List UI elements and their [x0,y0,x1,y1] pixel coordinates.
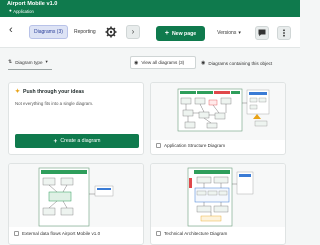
diagram-card[interactable]: Technical Architecture Diagram [150,163,286,245]
chevron-down-icon: ▾ [238,30,241,36]
diagram-caption: External data flows Airport Mobile v1.0 [14,231,100,236]
more-vertical-icon [283,29,285,37]
create-diagram-card: ✦ Push through your ideas Not everything… [8,82,144,155]
versions-label: Versions [217,30,237,36]
new-page-label: New page [171,30,197,37]
object-type: ● Application [9,9,34,14]
diagram-icon [156,143,161,148]
create-diagram-label: Create a diagram [60,138,101,144]
toolbar: ‹ Diagrams (3) Reporting › + New page Ve… [0,17,300,48]
eye-icon: ◉ [134,59,139,66]
create-diagram-button[interactable]: + Create a diagram [15,134,139,148]
lightbulb-icon: ✦ [15,89,21,95]
page-title: Airport Mobile v1.0 [7,1,58,7]
plus-icon: + [53,137,58,145]
chevron-right-icon[interactable]: › [126,25,140,39]
comment-icon [258,29,266,37]
promo-text: Not everything fits into a single diagra… [15,101,94,106]
tab-reporting[interactable]: Reporting [70,25,100,39]
view-all-label: View all diagrams (3) [141,60,185,65]
filter-icon: ⇅ [8,59,13,65]
diagram-caption: Technical Architecture Diagram [156,231,227,236]
gear-icon[interactable] [104,25,118,39]
diagram-thumbnail [151,83,285,140]
versions-dropdown[interactable]: Versions ▾ [211,26,247,40]
app-icon: ● [9,8,12,14]
diagram-card[interactable]: Application Structure Diagram [150,82,286,155]
chevron-left-icon[interactable]: ‹ [9,25,13,36]
filter-bar: ⇅ Diagram type ▾ ◉ View all diagrams (3)… [0,48,300,76]
view-all-diagrams-button[interactable]: ◉ View all diagrams (3) [130,56,196,69]
containing-diagrams-button[interactable]: ◉ Diagrams containing this object [198,56,275,70]
more-button[interactable] [277,26,291,40]
chevron-down-icon: ▾ [45,59,48,64]
diagram-icon [14,231,19,236]
diagram-card[interactable]: External data flows Airport Mobile v1.0 [8,163,144,245]
diagram-name: Application Structure Diagram [164,143,226,148]
diagram-thumbnail [9,164,143,227]
plus-icon: + [164,30,169,37]
diagram-type-label: Diagram type [15,59,43,65]
comment-button[interactable] [255,26,269,40]
tab-diagrams[interactable]: Diagrams (3) [29,25,68,39]
diagram-icon [156,231,161,236]
object-type-label: Application [13,9,34,14]
diagram-caption: Application Structure Diagram [156,143,225,148]
promo-title-text: Push through your ideas [23,88,85,95]
diagram-type-dropdown[interactable]: ⇅ Diagram type ▾ [8,56,52,70]
new-page-button[interactable]: + New page [156,26,205,41]
diagram-name: External data flows Airport Mobile v1.0 [22,231,101,236]
diagram-name: Technical Architecture Diagram [164,231,228,236]
diagram-thumbnail [151,164,285,227]
eye-icon: ◉ [201,60,206,66]
containing-label: Diagrams containing this object [208,60,273,66]
promo-title: ✦ Push through your ideas [15,88,85,96]
app-header: Airport Mobile v1.0 ● Application [0,0,300,17]
